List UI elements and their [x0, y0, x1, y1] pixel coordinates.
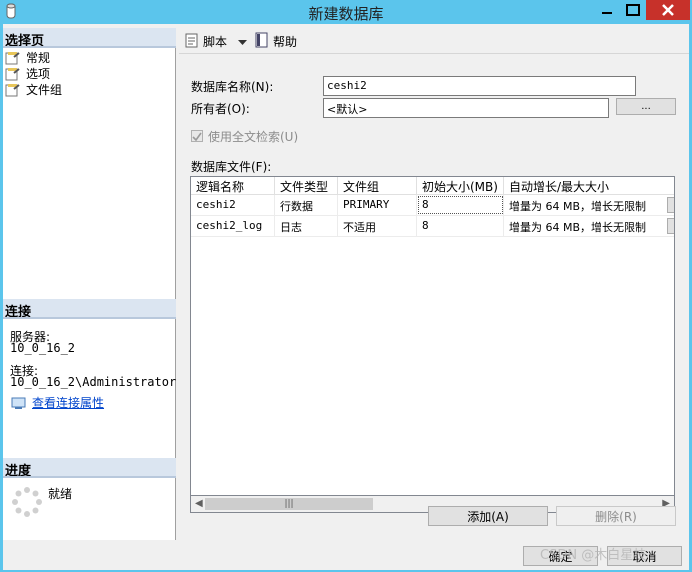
page-item-label: 文件组: [26, 83, 63, 97]
title-bar: 新建数据库: [0, 0, 692, 24]
scroll-thumb[interactable]: |||: [205, 498, 373, 510]
page-item-filegroups[interactable]: 文件组: [5, 81, 62, 98]
checkmark-icon: [192, 132, 202, 142]
page-item-options[interactable]: 选项: [5, 65, 50, 82]
progress-status: 就绪: [48, 487, 73, 501]
help-label: 帮助: [273, 35, 298, 49]
autogrowth-edit-button[interactable]: [667, 197, 674, 213]
connection-value: 10_0_16_2\Administrator: [10, 375, 177, 389]
cell-filegroup: 不适用: [338, 216, 417, 236]
add-button[interactable]: 添加(A): [428, 506, 548, 526]
progress-spinner-icon: [11, 486, 43, 521]
owner-label: 所有者(O):: [191, 102, 250, 116]
fulltext-checkbox[interactable]: [191, 130, 203, 142]
scroll-left-icon[interactable]: ◀: [195, 498, 203, 509]
col-filegroup[interactable]: 文件组: [338, 177, 417, 194]
script-button[interactable]: 脚本: [184, 32, 248, 51]
cell-file-type: 行数据: [275, 195, 338, 215]
db-files-grid[interactable]: 逻辑名称 文件类型 文件组 初始大小(MB) 自动增长/最大大小 ceshi2 …: [190, 176, 675, 496]
cell-filegroup[interactable]: PRIMARY: [338, 195, 417, 215]
dialog-window: 新建数据库 选择页 常规 选项 文件组 连接 服务器: 10_0_16_2 连接…: [0, 0, 692, 572]
window-title: 新建数据库: [308, 5, 384, 23]
cell-initial-size[interactable]: 8: [417, 195, 504, 215]
select-page-header: 选择页: [3, 28, 176, 49]
page-item-label: 常规: [26, 51, 51, 65]
table-row[interactable]: ceshi2 行数据 PRIMARY 8 增量为 64 MB，增长无限制: [191, 195, 674, 216]
minimize-button[interactable]: [593, 0, 620, 20]
close-button[interactable]: [646, 0, 690, 20]
script-icon: [184, 32, 200, 51]
page-wrench-icon: [5, 83, 21, 97]
progress-header: 进度: [3, 458, 176, 479]
help-button[interactable]: 帮助: [254, 32, 297, 51]
db-name-label: 数据库名称(N):: [191, 80, 274, 94]
properties-icon: [11, 396, 27, 410]
fulltext-label: 使用全文检索(U): [208, 130, 299, 144]
page-wrench-icon: [5, 67, 21, 81]
cell-logical-name[interactable]: ceshi2_log: [191, 216, 275, 236]
toolbar: 脚本 帮助: [179, 28, 689, 54]
close-icon: [662, 4, 674, 16]
view-connection-properties-label[interactable]: 查看连接属性: [32, 394, 104, 411]
owner-input[interactable]: <默认>: [323, 98, 609, 118]
remove-button[interactable]: 删除(R): [556, 506, 676, 526]
maximize-button[interactable]: [620, 0, 646, 20]
grid-header: 逻辑名称 文件类型 文件组 初始大小(MB) 自动增长/最大大小: [191, 177, 674, 195]
maximize-icon: [626, 4, 640, 16]
help-icon: [254, 32, 270, 51]
page-wrench-icon: [5, 51, 21, 65]
autogrowth-edit-button[interactable]: [667, 218, 674, 234]
table-row[interactable]: ceshi2_log 日志 不适用 8 增量为 64 MB，增长无限制: [191, 216, 674, 237]
server-value: 10_0_16_2: [10, 341, 76, 355]
cell-logical-name[interactable]: ceshi2: [191, 195, 275, 215]
col-autogrowth[interactable]: 自动增长/最大大小: [504, 177, 674, 194]
script-label: 脚本: [203, 35, 228, 49]
col-logical-name[interactable]: 逻辑名称: [191, 177, 275, 194]
dropdown-arrow-icon[interactable]: [238, 35, 248, 49]
watermark-text: CSDN @木白星枝: [540, 548, 647, 563]
page-item-label: 选项: [26, 67, 51, 81]
db-name-input[interactable]: ceshi2: [323, 76, 636, 96]
owner-browse-button[interactable]: ...: [616, 98, 676, 115]
cell-file-type: 日志: [275, 216, 338, 236]
dialog-client: 选择页 常规 选项 文件组 连接 服务器: 10_0_16_2 连接: 10_0…: [3, 24, 689, 570]
view-connection-properties-link[interactable]: 查看连接属性: [11, 394, 104, 411]
connection-header: 连接: [3, 299, 176, 320]
minimize-icon: [601, 12, 612, 14]
cell-autogrowth: 增量为 64 MB，增长无限制: [509, 200, 647, 213]
left-pane: 选择页 常规 选项 文件组 连接 服务器: 10_0_16_2 连接: 10_0…: [3, 28, 176, 540]
cell-autogrowth: 增量为 64 MB，增长无限制: [509, 221, 647, 234]
page-item-general[interactable]: 常规: [5, 49, 50, 66]
cell-initial-size[interactable]: 8: [417, 216, 504, 236]
db-files-label: 数据库文件(F):: [191, 160, 272, 174]
col-initial-size[interactable]: 初始大小(MB): [417, 177, 504, 194]
col-file-type[interactable]: 文件类型: [275, 177, 338, 194]
